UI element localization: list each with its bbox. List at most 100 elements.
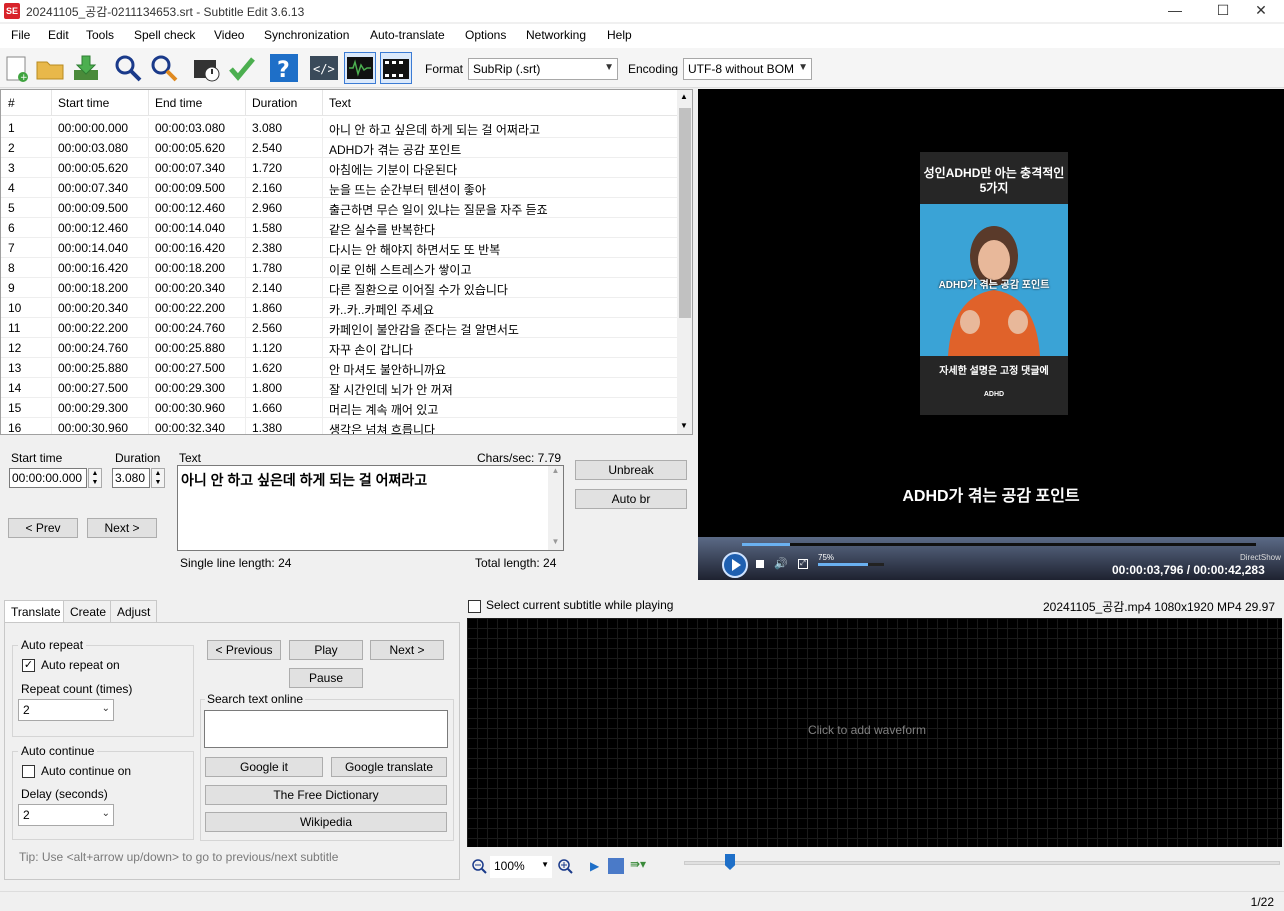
menu-spell-check[interactable]: Spell check	[134, 28, 195, 42]
open-folder-icon[interactable]	[34, 52, 66, 84]
menu-file[interactable]: File	[11, 28, 30, 42]
table-row[interactable]: 11 00:00:22.200 00:00:24.760 2.560 카페인이 불안감을…	[1, 318, 677, 338]
waveform-position-slider[interactable]	[684, 861, 1280, 865]
table-row[interactable]: 13 00:00:25.880 00:00:27.500 1.620 안 마셔도 불안하…	[1, 358, 677, 378]
menu-edit[interactable]: Edit	[48, 28, 69, 42]
pause-button[interactable]: Pause	[289, 668, 363, 688]
table-row[interactable]: 2 00:00:03.080 00:00:05.620 2.540 ADHD가 겪는 공…	[1, 138, 677, 158]
close-button[interactable]: ✕	[1238, 0, 1284, 22]
find-icon[interactable]	[112, 52, 144, 84]
stop-icon[interactable]	[756, 560, 764, 568]
wikipedia-button[interactable]: Wikipedia	[205, 812, 447, 832]
table-row[interactable]: 16 00:00:30.960 00:00:32.340 1.380 생각은 넘쳐 흐릅…	[1, 418, 677, 434]
menu-networking[interactable]: Networking	[526, 28, 586, 42]
scroll-thumb[interactable]	[679, 108, 691, 318]
spell-check-icon[interactable]	[226, 52, 258, 84]
zoom-in-icon[interactable]	[557, 858, 573, 877]
free-dictionary-button[interactable]: The Free Dictionary	[205, 785, 447, 805]
tab-adjust[interactable]: Adjust	[110, 600, 158, 622]
menu-video[interactable]: Video	[214, 28, 244, 42]
google-it-button[interactable]: Google it	[205, 757, 323, 777]
table-row[interactable]: 9 00:00:18.200 00:00:20.340 2.140 다른 질환으로 이어…	[1, 278, 677, 298]
minimize-button[interactable]: —	[1152, 0, 1198, 22]
waveform-toggle-icon[interactable]	[344, 52, 376, 84]
col-number[interactable]: #	[8, 96, 15, 110]
table-row[interactable]: 12 00:00:24.760 00:00:25.880 1.120 자꾸 손이 갑니다	[1, 338, 677, 358]
table-row[interactable]: 3 00:00:05.620 00:00:07.340 1.720 아침에는 기분이 다…	[1, 158, 677, 178]
text-scrollbar[interactable]: ▲ ▼	[548, 466, 563, 550]
row-start-time: 00:00:22.200	[58, 321, 129, 335]
renderer-label: DirectShow	[1240, 553, 1281, 562]
delay-select[interactable]: 2 ⌄	[18, 804, 114, 826]
next-translate-button[interactable]: Next >	[370, 640, 444, 660]
table-row[interactable]: 14 00:00:27.500 00:00:29.300 1.800 잘 시간인데 뇌가…	[1, 378, 677, 398]
tab-translate[interactable]: Translate	[4, 600, 68, 623]
zoom-select[interactable]: 100% ▼	[490, 856, 552, 878]
play-button[interactable]	[722, 552, 748, 578]
row-number: 9	[8, 281, 15, 295]
col-end-time[interactable]: End time	[155, 96, 202, 110]
scroll-down-icon[interactable]: ▼	[680, 421, 688, 430]
repeat-count-select[interactable]: 2 ⌄	[18, 699, 114, 721]
zoom-out-icon[interactable]	[471, 858, 487, 877]
col-text[interactable]: Text	[329, 96, 351, 110]
auto-continue-checkbox[interactable]	[22, 765, 35, 778]
play-selection-icon[interactable]: ▶	[590, 859, 599, 873]
subtitle-text-input[interactable]: 아니 안 하고 싶은데 하게 되는 걸 어쩌라고	[177, 465, 564, 551]
menu-options[interactable]: Options	[465, 28, 506, 42]
duration-spinner[interactable]: ▲ ▼	[151, 468, 165, 488]
new-file-icon[interactable]: +	[2, 52, 34, 84]
toolbar: + ? </> Format SubRip (.srt) ▼ Encoding …	[0, 48, 1284, 88]
next-button[interactable]: Next >	[87, 518, 157, 538]
seek-bar[interactable]	[742, 543, 1256, 546]
tab-create[interactable]: Create	[63, 600, 114, 622]
save-download-icon[interactable]	[70, 52, 102, 84]
table-row[interactable]: 10 00:00:20.340 00:00:22.200 1.860 카..카..카페인…	[1, 298, 677, 318]
fullscreen-icon[interactable]: ⤢	[798, 559, 808, 569]
slider-thumb[interactable]	[725, 854, 735, 870]
col-start-time[interactable]: Start time	[58, 96, 109, 110]
replace-icon[interactable]	[148, 52, 180, 84]
select-current-checkbox[interactable]	[468, 600, 481, 613]
table-row[interactable]: 8 00:00:16.420 00:00:18.200 1.780 이로 인해 스트레스…	[1, 258, 677, 278]
click-to-add-waveform[interactable]: Click to add waveform	[467, 723, 1267, 737]
auto-br-button[interactable]: Auto br	[575, 489, 687, 509]
row-number: 6	[8, 221, 15, 235]
auto-repeat-checkbox[interactable]: ✓	[22, 659, 35, 672]
table-row[interactable]: 7 00:00:14.040 00:00:16.420 2.380 다시는 안 해야지 …	[1, 238, 677, 258]
spectrogram-icon[interactable]	[608, 858, 624, 874]
col-duration[interactable]: Duration	[252, 96, 297, 110]
subtitle-grid[interactable]: # Start time End time Duration Text 1 00:…	[0, 89, 693, 435]
start-time-input[interactable]: 00:00:00.000	[9, 468, 87, 488]
next-scene-icon[interactable]: ⇛▾	[630, 857, 646, 871]
help-icon[interactable]: ?	[268, 52, 300, 84]
grid-scrollbar[interactable]: ▲ ▼	[677, 90, 692, 434]
table-row[interactable]: 6 00:00:12.460 00:00:14.040 1.580 같은 실수를 반복한…	[1, 218, 677, 238]
menu-synchronization[interactable]: Synchronization	[264, 28, 349, 42]
search-text-input[interactable]	[204, 710, 448, 748]
menu-tools[interactable]: Tools	[86, 28, 114, 42]
scroll-up-icon[interactable]: ▲	[680, 92, 688, 101]
play-translate-button[interactable]: Play	[289, 640, 363, 660]
google-translate-button[interactable]: Google translate	[331, 757, 447, 777]
table-row[interactable]: 5 00:00:09.500 00:00:12.460 2.960 출근하면 무슨 일이…	[1, 198, 677, 218]
seek-progress	[742, 543, 790, 546]
source-view-icon[interactable]: </>	[308, 52, 340, 84]
volume-icon[interactable]: 🔊	[774, 557, 788, 570]
duration-input[interactable]: 3.080	[112, 468, 150, 488]
menu-help[interactable]: Help	[607, 28, 632, 42]
previous-button[interactable]: < Previous	[207, 640, 281, 660]
video-toggle-icon[interactable]	[380, 52, 412, 84]
table-row[interactable]: 15 00:00:29.300 00:00:30.960 1.660 머리는 계속 깨어…	[1, 398, 677, 418]
volume-level: 75%	[818, 553, 835, 562]
start-time-spinner[interactable]: ▲ ▼	[88, 468, 102, 488]
visual-sync-icon[interactable]	[190, 52, 222, 84]
unbreak-button[interactable]: Unbreak	[575, 460, 687, 480]
table-row[interactable]: 1 00:00:00.000 00:00:03.080 3.080 아니 안 하고 싶은…	[1, 118, 677, 138]
volume-slider[interactable]	[818, 563, 884, 566]
encoding-select[interactable]: UTF-8 without BOM ▼	[683, 58, 812, 80]
prev-button[interactable]: < Prev	[8, 518, 78, 538]
table-row[interactable]: 4 00:00:07.340 00:00:09.500 2.160 눈을 뜨는 순간부터…	[1, 178, 677, 198]
format-select[interactable]: SubRip (.srt) ▼	[468, 58, 618, 80]
menu-auto-translate[interactable]: Auto-translate	[370, 28, 445, 42]
